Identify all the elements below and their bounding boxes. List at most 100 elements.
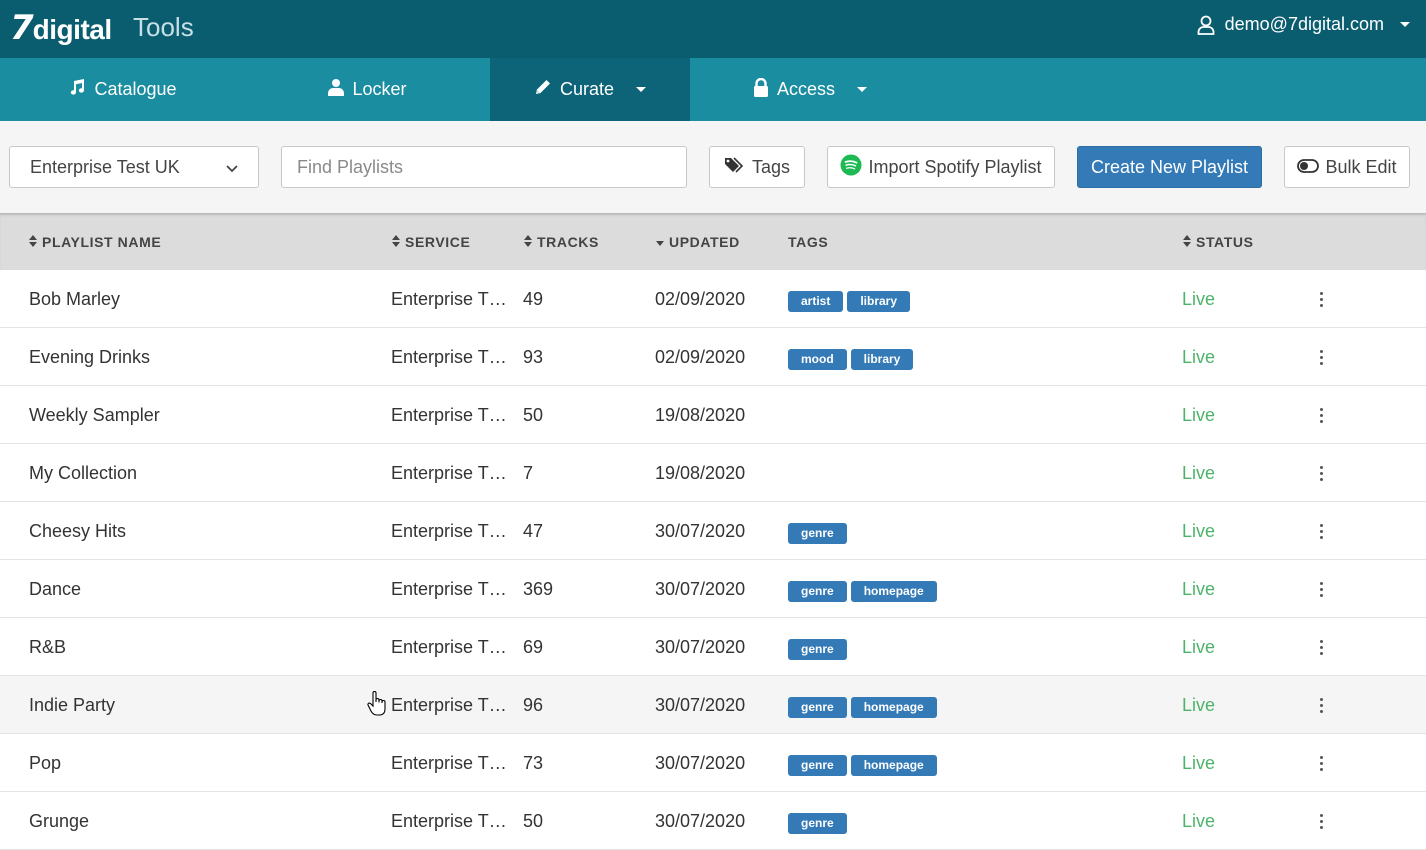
tag-badge[interactable]: genre	[788, 580, 847, 602]
cell-playlist-name[interactable]: Evening Drinks	[29, 328, 150, 386]
tag-badge[interactable]: library	[847, 290, 911, 312]
cell-playlist-name[interactable]: Dance	[29, 560, 81, 618]
cell-playlist-name[interactable]: Cheesy Hits	[29, 502, 126, 560]
brand-logo[interactable]: 7 digital	[10, 8, 112, 48]
tag-badge[interactable]: mood	[788, 348, 847, 370]
kebab-menu-icon[interactable]	[1315, 444, 1327, 502]
kebab-menu-icon[interactable]	[1315, 502, 1327, 560]
kebab-menu-icon[interactable]	[1315, 270, 1327, 328]
cell-tracks: 93	[523, 346, 544, 367]
nav-access[interactable]: Access	[690, 58, 930, 121]
status-badge: Live	[1182, 752, 1216, 773]
tag-badge[interactable]: genre	[788, 522, 847, 544]
sort-icon	[29, 234, 37, 250]
kebab-dot	[1319, 645, 1323, 649]
col-tracks[interactable]: TRACKS	[524, 213, 599, 270]
table-row[interactable]: Dance Enterprise T… 369 30/07/2020 genre home…	[0, 560, 1426, 618]
tag-badge[interactable]: library	[850, 348, 914, 370]
tag-badge[interactable]: homepage	[850, 754, 937, 776]
table-row[interactable]: Indie Party Enterprise T… 96 30/07/2020 genr…	[0, 676, 1426, 734]
cell-updated: 02/09/2020	[655, 288, 746, 309]
kebab-menu-icon[interactable]	[1315, 618, 1327, 676]
table-row[interactable]: Bob Marley Enterprise T… 49 02/09/2020 artis…	[0, 270, 1426, 328]
cell-tracks: 73	[523, 752, 544, 773]
cell-updated: 19/08/2020	[655, 462, 746, 483]
col-service[interactable]: SERVICE	[392, 213, 470, 270]
table-row[interactable]: My Collection Enterprise T… 7 19/08/2020 Liv…	[0, 444, 1426, 502]
service-select[interactable]: Enterprise Test UK	[9, 146, 259, 188]
table-row[interactable]: Weekly Sampler Enterprise T… 50 19/08/2020 L…	[0, 386, 1426, 444]
table-row[interactable]: Pop Enterprise T… 73 30/07/2020 genre homepag…	[0, 734, 1426, 792]
create-playlist-button[interactable]: Create New Playlist	[1077, 146, 1262, 188]
cell-tags: genre homepage	[788, 734, 937, 792]
table-row[interactable]: Grunge Enterprise T… 50 30/07/2020 genre Live	[0, 792, 1426, 850]
tag-badge[interactable]: homepage	[850, 696, 937, 718]
tags-button[interactable]: Tags	[709, 146, 805, 188]
cell-service: Enterprise T…	[391, 752, 507, 773]
tag-badge[interactable]: homepage	[850, 580, 937, 602]
import-spotify-button[interactable]: Import Spotify Playlist	[827, 146, 1055, 188]
kebab-menu-icon[interactable]	[1315, 386, 1327, 444]
col-updated[interactable]: UPDATED	[656, 213, 740, 270]
chevron-down-icon	[636, 87, 647, 92]
kebab-menu-icon[interactable]	[1315, 328, 1327, 386]
col-tracks-label: TRACKS	[537, 233, 599, 250]
cell-tracks: 50	[523, 404, 544, 425]
sort-icon	[1183, 234, 1191, 250]
col-playlist-name[interactable]: PLAYLIST NAME	[29, 213, 161, 270]
search-input[interactable]	[281, 146, 687, 188]
tag-badge[interactable]: genre	[788, 638, 847, 660]
logo-word: digital	[32, 14, 112, 45]
cell-playlist-name[interactable]: Weekly Sampler	[29, 386, 160, 444]
kebab-dot	[1319, 761, 1323, 765]
cell-service: Enterprise T…	[391, 404, 507, 425]
col-updated-label: UPDATED	[669, 233, 740, 250]
kebab-dot	[1319, 703, 1323, 707]
col-status[interactable]: STATUS	[1183, 213, 1254, 270]
sort-icon	[524, 234, 532, 250]
table-row[interactable]: Evening Drinks Enterprise T… 93 02/09/2020 m…	[0, 328, 1426, 386]
kebab-dot	[1319, 407, 1323, 411]
kebab-dot	[1319, 349, 1323, 353]
tag-badge[interactable]: artist	[788, 290, 844, 312]
cell-service: Enterprise T…	[391, 346, 507, 367]
tag-badge[interactable]: genre	[788, 696, 847, 718]
cell-updated: 02/09/2020	[655, 346, 746, 367]
table-row[interactable]: Cheesy Hits Enterprise T… 47 30/07/2020 genr…	[0, 502, 1426, 560]
chevron-down-icon	[1400, 22, 1410, 27]
kebab-menu-icon[interactable]	[1315, 734, 1327, 792]
kebab-menu-icon[interactable]	[1315, 676, 1327, 734]
music-note-icon	[68, 78, 86, 101]
tag-badge[interactable]: genre	[788, 754, 847, 776]
cell-playlist-name[interactable]: Grunge	[29, 792, 89, 850]
cell-playlist-name[interactable]: Bob Marley	[29, 270, 120, 328]
kebab-dot	[1319, 819, 1323, 823]
cell-updated: 30/07/2020	[655, 520, 746, 541]
nav-locker[interactable]: Locker	[245, 58, 490, 121]
nav-curate[interactable]: Curate	[490, 58, 690, 121]
tag-badge[interactable]: genre	[788, 812, 847, 834]
kebab-dot	[1319, 413, 1323, 417]
cell-updated: 19/08/2020	[655, 404, 746, 425]
nav-catalogue[interactable]: Catalogue	[0, 58, 245, 121]
cell-playlist-name[interactable]: Pop	[29, 734, 61, 792]
user-menu[interactable]: demo@7digital.com	[1197, 14, 1410, 35]
cell-tracks: 49	[523, 288, 544, 309]
col-playlist-name-label: PLAYLIST NAME	[42, 233, 162, 250]
main-nav: Catalogue Locker Curate Access	[0, 58, 1426, 121]
col-tags: TAGS	[788, 213, 828, 270]
logo-seven: 7	[10, 8, 34, 48]
sort-icon	[392, 234, 400, 250]
kebab-menu-icon[interactable]	[1315, 560, 1327, 618]
bulk-edit-button[interactable]: Bulk Edit	[1284, 146, 1410, 188]
cell-playlist-name[interactable]: Indie Party	[29, 676, 115, 734]
kebab-menu-icon[interactable]	[1315, 792, 1327, 850]
nav-locker-label: Locker	[352, 79, 407, 99]
cell-playlist-name[interactable]: My Collection	[29, 444, 137, 502]
create-playlist-label: Create New Playlist	[1090, 156, 1249, 177]
cell-tags: genre	[788, 502, 847, 560]
table-row[interactable]: R&B Enterprise T… 69 30/07/2020 genre Live	[0, 618, 1426, 676]
kebab-dot	[1319, 825, 1323, 829]
user-email: demo@7digital.com	[1224, 14, 1384, 34]
cell-playlist-name[interactable]: R&B	[29, 618, 66, 676]
